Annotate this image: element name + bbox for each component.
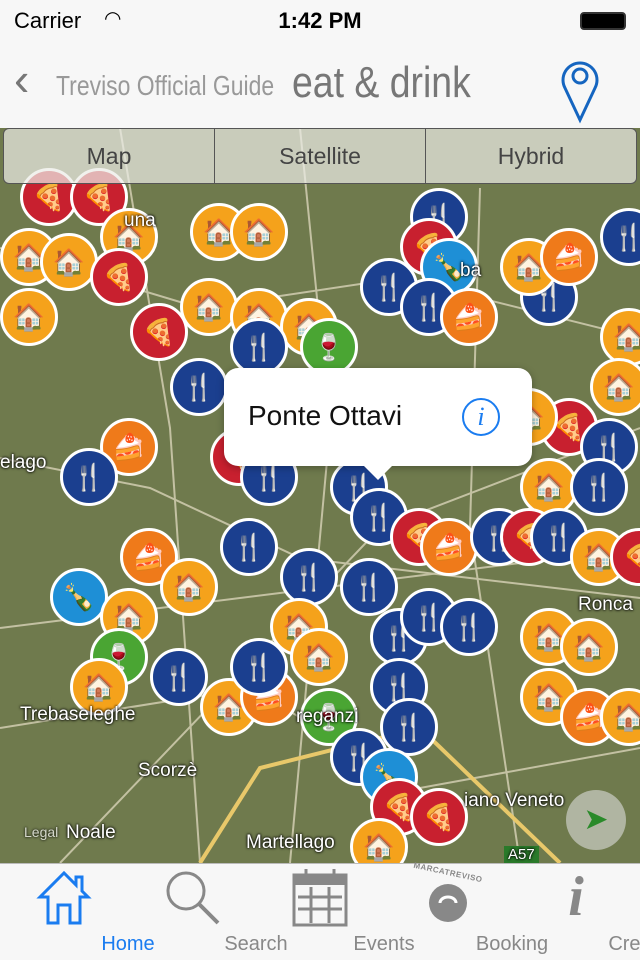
info-button-icon[interactable]: i [462,398,500,436]
status-bar: Carrier ◠ 1:42 PM [0,0,640,40]
map-label: iano Veneto [464,790,565,811]
clock: 1:42 PM [278,8,362,33]
restaurant-marker[interactable]: 🍴 [570,458,628,516]
info-icon: i [568,866,584,928]
map-label: Scorzè [138,760,198,781]
tab-credits[interactable]: i Credits [512,864,640,960]
pizzeria-marker[interactable]: 🍕 [130,303,188,361]
pastry-marker[interactable]: 🍰 [540,228,598,286]
legal-link[interactable]: Legal [24,824,58,840]
calendar-icon [292,869,348,927]
agriturismo-marker[interactable]: 🏠 [590,358,640,416]
agriturismo-marker[interactable]: 🏠 [230,203,288,261]
agriturismo-marker[interactable]: 🏠 [0,288,58,346]
map-label: Noale [66,822,116,843]
back-button[interactable]: Treviso Official Guide [56,70,274,102]
map-label: ba [460,260,482,281]
map-type-hybrid[interactable]: Hybrid [426,129,636,183]
map-label: elago [0,452,47,473]
location-pin-icon[interactable] [560,54,600,124]
battery-icon [580,12,626,30]
tab-home[interactable]: Home [0,864,155,960]
agriturismo-marker[interactable]: 🏠 [560,618,618,676]
current-location-button[interactable]: ➤ [566,790,626,850]
tab-search[interactable]: Search [128,864,288,960]
pastry-marker[interactable]: 🍰 [420,518,478,576]
page-title: eat & drink [292,58,471,107]
tab-label: Credits [608,933,640,955]
pastry-marker[interactable]: 🍰 [440,288,498,346]
map-label: Martellago [246,832,335,853]
agriturismo-marker[interactable]: 🏠 [160,558,218,616]
location-arrow-icon: ➤ [583,803,609,836]
map-type-satellite[interactable]: Satellite [215,129,426,183]
restaurant-marker[interactable]: 🍴 [60,448,118,506]
home-icon [36,870,92,925]
restaurant-marker[interactable]: 🍴 [230,638,288,696]
search-icon [166,871,220,925]
map-label: Ronca [578,594,633,615]
agriturismo-marker[interactable]: 🏠 [40,233,98,291]
pizzeria-marker[interactable]: 🍕 [90,248,148,306]
map-label: Trebaseleghe [20,704,136,725]
highway-sign: A57 [504,846,539,863]
map-label: reganzi [296,706,359,727]
restaurant-marker[interactable]: 🍴 [150,648,208,706]
map-view[interactable]: 🍕🍕🏠🏠🏠🏠🏠🍕🍕🏠🏠🏠🏠🍴🍴🍷🍴🍕🍾🍴🍴🍰🍴🏠🍰🍴🏠🏠🍕🍴🏠🏠🍴🍰🍴🍕🍴🍴🍴🍕… [0,128,640,863]
map-type-map[interactable]: Map [4,129,215,183]
agriturismo-marker[interactable]: 🏠 [290,628,348,686]
restaurant-marker[interactable]: 🍴 [440,598,498,656]
restaurant-marker[interactable]: 🍴 [340,558,398,616]
agriturismo-marker[interactable]: 🏠 [180,278,238,336]
navigation-bar: ‹ Treviso Official Guide eat & drink [0,40,640,128]
map-callout[interactable]: Ponte Ottavi i [224,368,532,480]
map-label: una [124,210,156,231]
callout-title: Ponte Ottavi [248,400,403,431]
map-type-selector: Map Satellite Hybrid [3,128,637,184]
tab-booking[interactable]: MARCATREVISO Booking [384,861,548,960]
restaurant-marker[interactable]: 🍴 [220,518,278,576]
pizzeria-marker[interactable]: 🍕 [410,788,468,846]
tab-events[interactable]: Events [256,864,415,960]
tab-bar: Home Search Events MARCATREVISO Booking … [0,861,640,960]
back-chevron-icon[interactable]: ‹ [14,56,29,102]
restaurant-marker[interactable]: 🍴 [170,358,228,416]
restaurant-marker[interactable]: 🍴 [280,548,338,606]
